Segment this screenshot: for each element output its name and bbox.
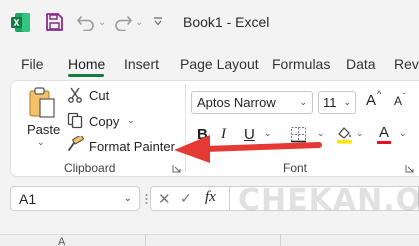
active-tab-indicator — [68, 74, 104, 77]
annotation-arrow-icon — [174, 135, 322, 163]
customize-quick-access-icon[interactable] — [152, 16, 164, 28]
enter-icon[interactable]: ✓ — [180, 190, 192, 207]
paste-button[interactable]: Paste — [27, 122, 60, 137]
undo-icon[interactable] — [76, 13, 96, 31]
caret-down-icon: ˇ — [403, 92, 406, 101]
insert-function-button[interactable]: fx — [205, 189, 216, 206]
scissors-icon — [68, 87, 82, 103]
tab-review[interactable]: Revi — [394, 56, 419, 72]
cancel-icon[interactable]: ✕ — [158, 190, 171, 208]
font-size-value: 11 — [323, 95, 337, 110]
clipboard-group-label: Clipboard — [64, 161, 116, 175]
tab-page-layout[interactable]: Page Layout — [180, 56, 259, 72]
cut-button[interactable]: Cut — [89, 88, 109, 103]
tab-data[interactable]: Data — [346, 56, 376, 72]
font-name-select[interactable]: Aptos Narrow ⌄ — [191, 91, 313, 114]
copy-dropdown-icon[interactable]: ⌄ — [127, 115, 135, 126]
fill-color-dropdown-icon[interactable]: ⌄ — [356, 128, 364, 139]
tab-insert[interactable]: Insert — [124, 56, 159, 72]
name-box[interactable]: A1 ⌄ — [10, 186, 140, 211]
chevron-down-icon: ⌄ — [299, 97, 307, 107]
formula-bar-grip-icon[interactable] — [145, 189, 148, 209]
excel-logo-icon — [11, 13, 30, 32]
watermark-text: CHEKAN.ORG — [238, 183, 419, 218]
column-header-a[interactable]: A — [58, 236, 65, 246]
paste-icon[interactable] — [27, 86, 57, 120]
clipboard-dialog-launcher-icon[interactable] — [172, 164, 181, 173]
font-size-select[interactable]: 11 ⌄ — [318, 91, 356, 114]
redo-icon[interactable] — [113, 13, 133, 31]
document-title: Book1 - Excel — [183, 14, 270, 30]
tab-home[interactable]: Home — [68, 56, 105, 72]
copy-icon — [67, 112, 83, 129]
fill-color-icon[interactable] — [336, 125, 353, 144]
name-box-value: A1 — [19, 191, 37, 207]
save-icon[interactable] — [44, 12, 64, 32]
tab-file[interactable]: File — [21, 56, 44, 72]
font-color-dropdown-icon[interactable]: ⌄ — [399, 128, 407, 139]
tab-formulas[interactable]: Formulas — [272, 56, 330, 72]
font-color-button[interactable]: A — [379, 124, 389, 141]
copy-button[interactable]: Copy — [89, 114, 119, 129]
decrease-font-size-button[interactable]: A — [394, 94, 402, 108]
paintbrush-icon — [68, 136, 84, 151]
font-dialog-launcher-icon[interactable] — [405, 164, 414, 173]
font-color-swatch — [377, 141, 391, 144]
column-divider — [145, 234, 146, 246]
font-name-value: Aptos Narrow — [197, 95, 276, 110]
chevron-down-icon: ⌄ — [343, 97, 351, 107]
increase-font-size-button[interactable]: A — [366, 92, 376, 109]
caret-up-icon: ^ — [377, 89, 382, 99]
column-divider — [280, 234, 281, 246]
format-painter-button[interactable]: Format Painter — [89, 139, 175, 154]
redo-dropdown-icon[interactable]: ⌄ — [135, 17, 143, 28]
chevron-down-icon: ⌄ — [123, 193, 132, 204]
paste-dropdown-icon[interactable]: ⌄ — [37, 137, 45, 148]
undo-dropdown-icon[interactable]: ⌄ — [98, 17, 106, 28]
